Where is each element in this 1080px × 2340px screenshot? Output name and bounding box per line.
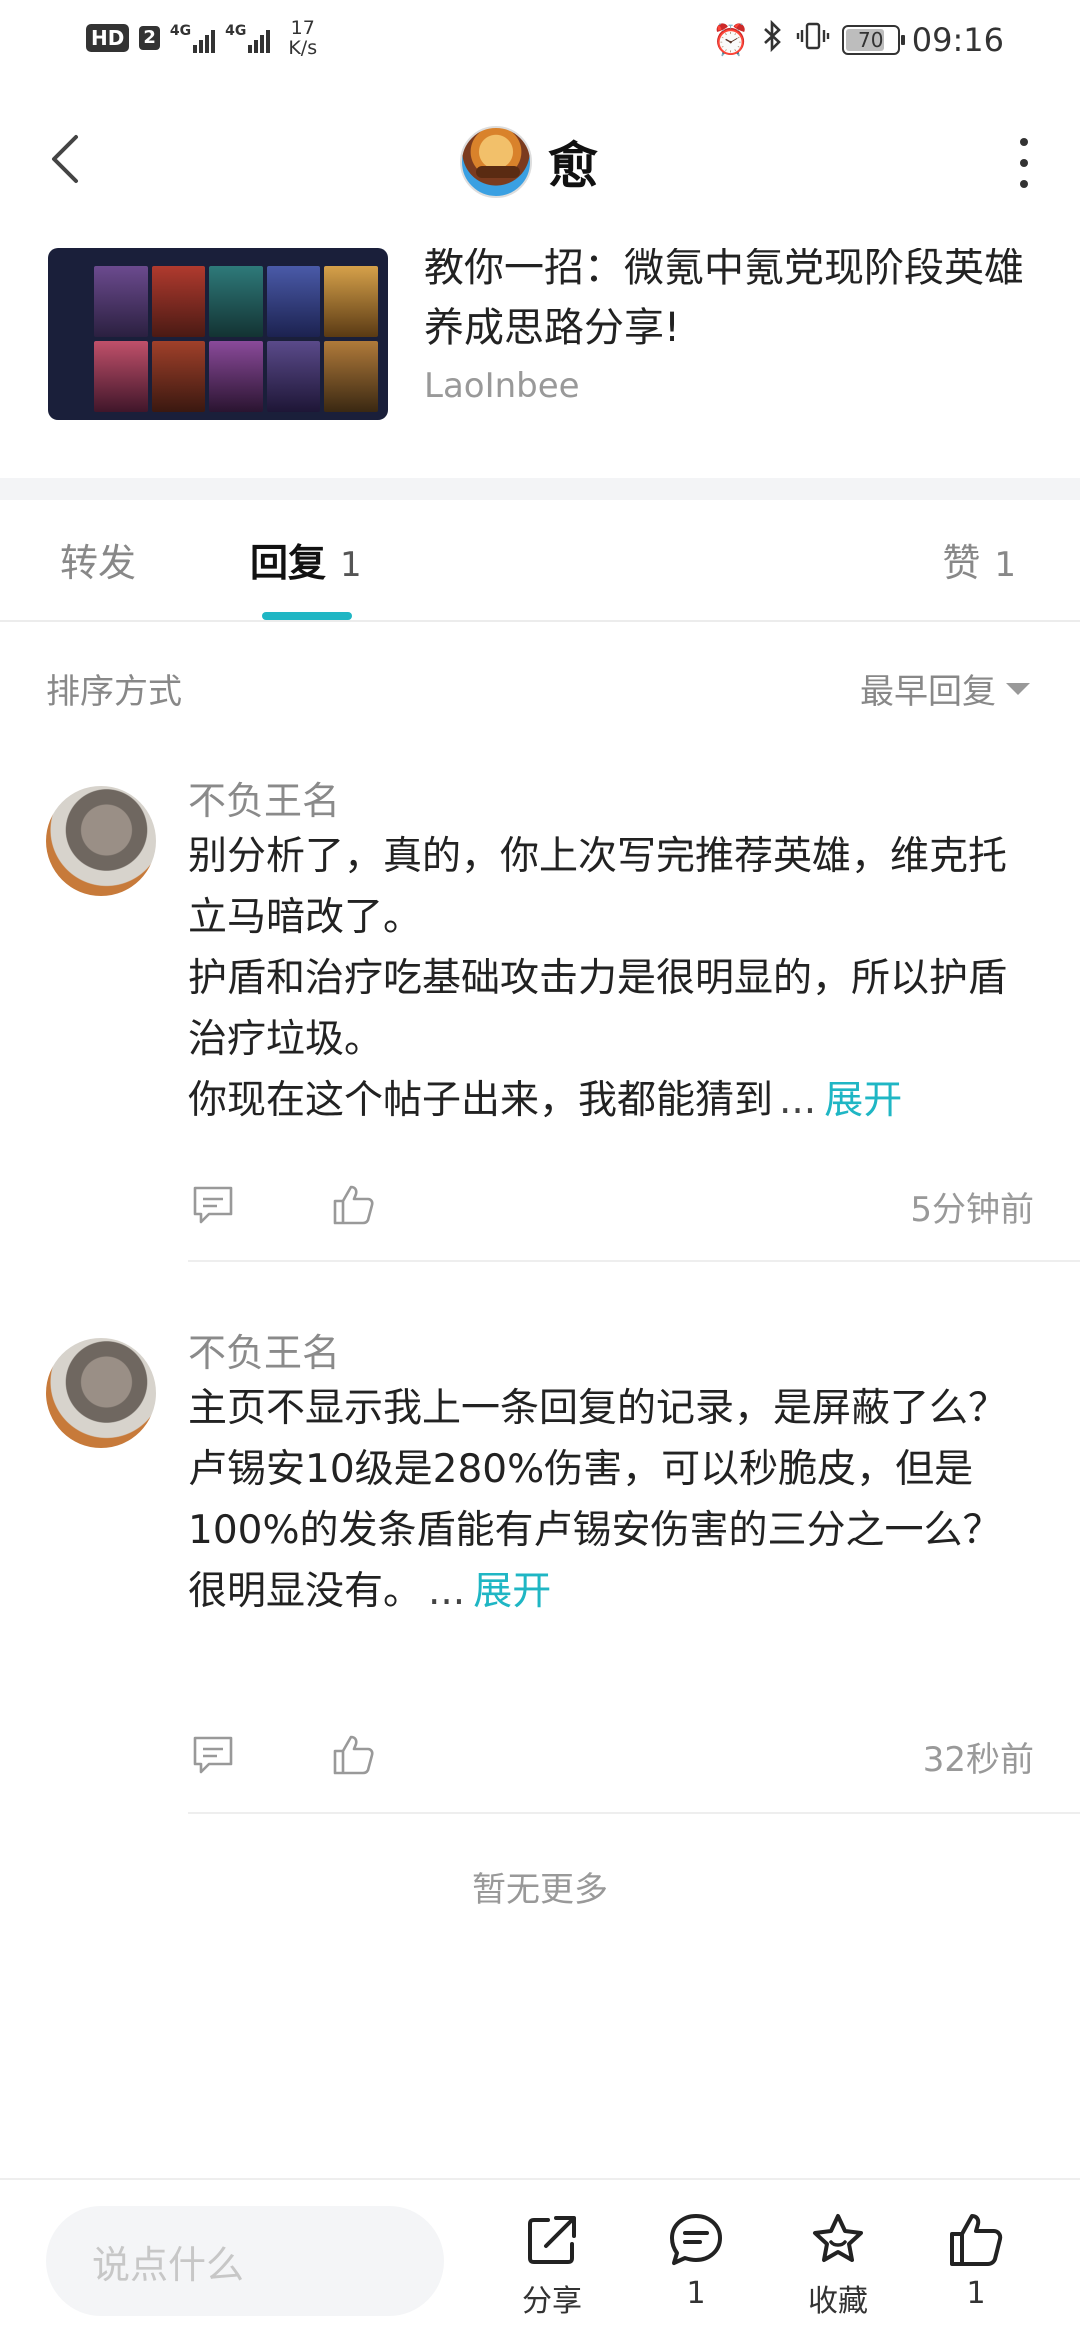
- comment-item: 不负王名 主页不显示我上一条回复的记录，是屏蔽了么？ 卢锡安10级是280%伤害…: [0, 1322, 1080, 1822]
- hd-icon: HD: [86, 24, 130, 52]
- commenter-name[interactable]: 不负王名: [188, 1322, 340, 1377]
- alarm-icon: ⏰: [712, 22, 750, 58]
- comment-divider: [188, 1812, 1080, 1814]
- active-tab-indicator: [262, 612, 352, 620]
- comment-time: 5分钟前: [910, 1190, 1034, 1230]
- speed-value: 17: [290, 17, 315, 39]
- comment-body: 主页不显示我上一条回复的记录，是屏蔽了么？ 卢锡安10级是280%伤害，可以秒脆…: [188, 1386, 1008, 1614]
- top-nav: 愈: [0, 80, 1080, 250]
- share-label: 分享: [522, 2284, 582, 2319]
- header-user[interactable]: 愈: [460, 126, 598, 198]
- tab-forward-label: 转发: [60, 541, 137, 585]
- comments-button[interactable]: 1: [646, 2210, 746, 2311]
- sim-number: 2: [139, 26, 160, 50]
- comment-divider: [188, 1260, 1080, 1262]
- battery-level: 70: [858, 28, 884, 52]
- chat-bubble-icon: [670, 2214, 722, 2265]
- back-arrow-icon: [52, 135, 78, 183]
- network-type: 4G: [169, 23, 192, 39]
- favorite-label: 收藏: [808, 2284, 868, 2319]
- battery-icon: 70: [841, 25, 905, 55]
- comment-text: 主页不显示我上一条回复的记录，是屏蔽了么？ 卢锡安10级是280%伤害，可以秒脆…: [188, 1378, 1038, 1622]
- expand-link[interactable]: 展开: [824, 1078, 902, 1123]
- sort-selected-value: 最早回复: [860, 672, 996, 712]
- status-right: ⏰ 70 09:16: [712, 19, 1004, 60]
- network-type: 4G: [225, 23, 247, 39]
- reply-button[interactable]: [188, 1730, 238, 1780]
- user-avatar[interactable]: [460, 126, 532, 198]
- post-like-count: 1: [966, 2276, 986, 2311]
- commenter-avatar[interactable]: [46, 1338, 156, 1448]
- comment-icon: [193, 1186, 233, 1224]
- post-like-button[interactable]: 1: [926, 2210, 1026, 2311]
- network-speed: 17 K/s: [288, 18, 317, 58]
- comment-count: 1: [686, 2276, 706, 2311]
- post-detail-page: HD 2 4G 4G 17 K/s ⏰ 70 09:16 愈 教你一招：微氪中氪…: [0, 0, 1080, 2340]
- tab-reply[interactable]: 回复 1: [250, 532, 362, 587]
- like-button[interactable]: [328, 1180, 378, 1230]
- tab-forward[interactable]: 转发: [60, 532, 136, 587]
- bottom-action-bar: 说点什么 分享 1 收藏 1: [0, 2178, 1080, 2340]
- tab-like-count: 1: [994, 545, 1016, 585]
- speed-unit: K/s: [288, 37, 318, 59]
- thumbnail-hero-grid: [94, 266, 378, 412]
- thumbs-up-icon: [333, 1735, 374, 1775]
- signal-icon-1: 4G: [169, 23, 216, 53]
- comment-ellipsis: ...: [428, 1569, 466, 1614]
- tab-reply-count: 1: [340, 545, 362, 585]
- tab-bar: 转发 回复 1 赞 1: [0, 500, 1080, 622]
- reply-button[interactable]: [188, 1180, 238, 1230]
- tab-like-label: 赞: [942, 541, 981, 585]
- sort-dropdown[interactable]: 最早回复: [860, 664, 1030, 713]
- comment-input[interactable]: 说点什么: [46, 2206, 444, 2316]
- signal-icon-2: 4G: [225, 23, 271, 53]
- like-button[interactable]: [328, 1730, 378, 1780]
- expand-link[interactable]: 展开: [473, 1569, 551, 1614]
- section-divider: [0, 478, 1080, 500]
- more-options-icon[interactable]: [1014, 138, 1034, 188]
- page-title: 愈: [548, 137, 598, 195]
- caret-down-icon: [1006, 682, 1030, 695]
- comment-item: 不负王名 别分析了，真的，你上次写完推荐英雄，维克托立马暗改了。 护盾和治疗吃基…: [0, 770, 1080, 1270]
- status-bar: HD 2 4G 4G 17 K/s ⏰ 70 09:16: [0, 0, 1080, 80]
- tab-reply-label: 回复: [250, 541, 327, 585]
- star-icon: [813, 2214, 863, 2262]
- post-thumbnail: [48, 248, 388, 420]
- commenter-avatar[interactable]: [46, 786, 156, 896]
- post-card[interactable]: 教你一招：微氪中氪党现阶段英雄养成思路分享! LaoInbee: [0, 248, 1080, 478]
- back-button[interactable]: [40, 124, 90, 194]
- thumbs-up-icon: [333, 1185, 374, 1225]
- input-placeholder: 说点什么: [92, 2242, 245, 2287]
- thumbs-up-icon: [950, 2214, 1003, 2266]
- commenter-name[interactable]: 不负王名: [188, 770, 340, 825]
- comment-text: 别分析了，真的，你上次写完推荐英雄，维克托立马暗改了。 护盾和治疗吃基础攻击力是…: [188, 826, 1038, 1131]
- clock: 09:16: [911, 21, 1004, 59]
- status-left: HD 2 4G 4G 17 K/s: [86, 18, 317, 58]
- post-title: 教你一招：微氪中氪党现阶段英雄养成思路分享!: [424, 248, 1024, 351]
- comment-ellipsis: ...: [779, 1078, 817, 1123]
- share-icon: [528, 2216, 576, 2264]
- comment-actions: 32秒前: [188, 1730, 1038, 1790]
- vibrate-icon: [796, 20, 830, 60]
- tab-like[interactable]: 赞 1: [942, 532, 1016, 587]
- bluetooth-icon: [762, 19, 784, 60]
- comment-time: 32秒前: [922, 1740, 1034, 1780]
- sort-label: 排序方式: [46, 672, 182, 712]
- favorite-button[interactable]: 收藏: [788, 2210, 888, 2320]
- comment-icon: [193, 1736, 233, 1774]
- share-button[interactable]: 分享: [502, 2210, 602, 2320]
- sort-row: 排序方式 最早回复: [0, 664, 1080, 714]
- post-author: LaoInbee: [424, 366, 580, 406]
- no-more-text: 暂无更多: [472, 1870, 608, 1910]
- comment-actions: 5分钟前: [188, 1180, 1038, 1240]
